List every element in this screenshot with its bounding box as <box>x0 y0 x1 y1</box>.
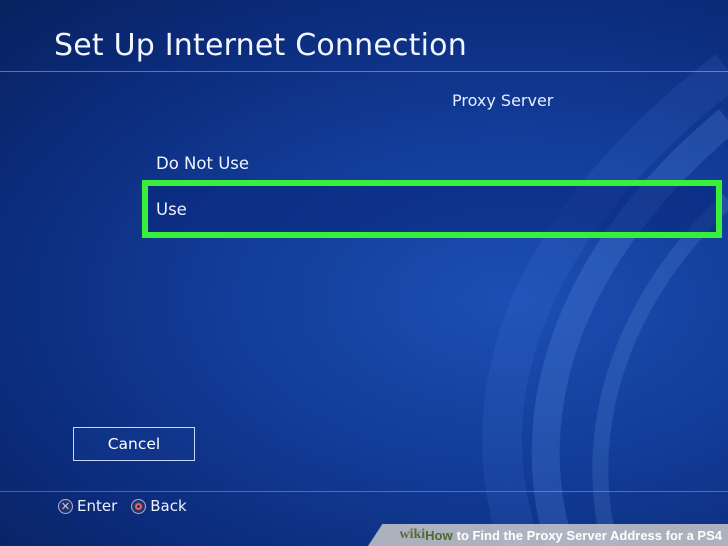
watermark-text: to Find the Proxy Server Address for a P… <box>456 527 722 543</box>
section-label: Proxy Server <box>452 91 554 110</box>
page-title: Set Up Internet Connection <box>54 28 467 63</box>
enter-hint: ✕ Enter <box>58 497 117 515</box>
option-use-label: Use <box>156 199 187 219</box>
controller-hints: ✕ Enter Back <box>58 497 187 515</box>
circle-button-icon <box>131 498 147 514</box>
back-hint: Back <box>131 497 187 515</box>
enter-label: Enter <box>77 497 118 515</box>
watermark-how: How <box>425 527 453 543</box>
option-use-selected[interactable]: Use <box>142 180 722 238</box>
background-waves <box>482 54 728 546</box>
option-do-not-use[interactable]: Do Not Use <box>156 154 249 173</box>
cancel-button[interactable]: Cancel <box>73 427 195 461</box>
watermark-wiki: wiki <box>399 527 426 542</box>
back-label: Back <box>150 497 187 515</box>
wikihow-watermark: wiki How to Find the Proxy Server Addres… <box>368 524 728 546</box>
header-divider <box>0 71 728 72</box>
cross-button-icon: ✕ <box>58 498 73 514</box>
footer-divider <box>0 491 728 492</box>
